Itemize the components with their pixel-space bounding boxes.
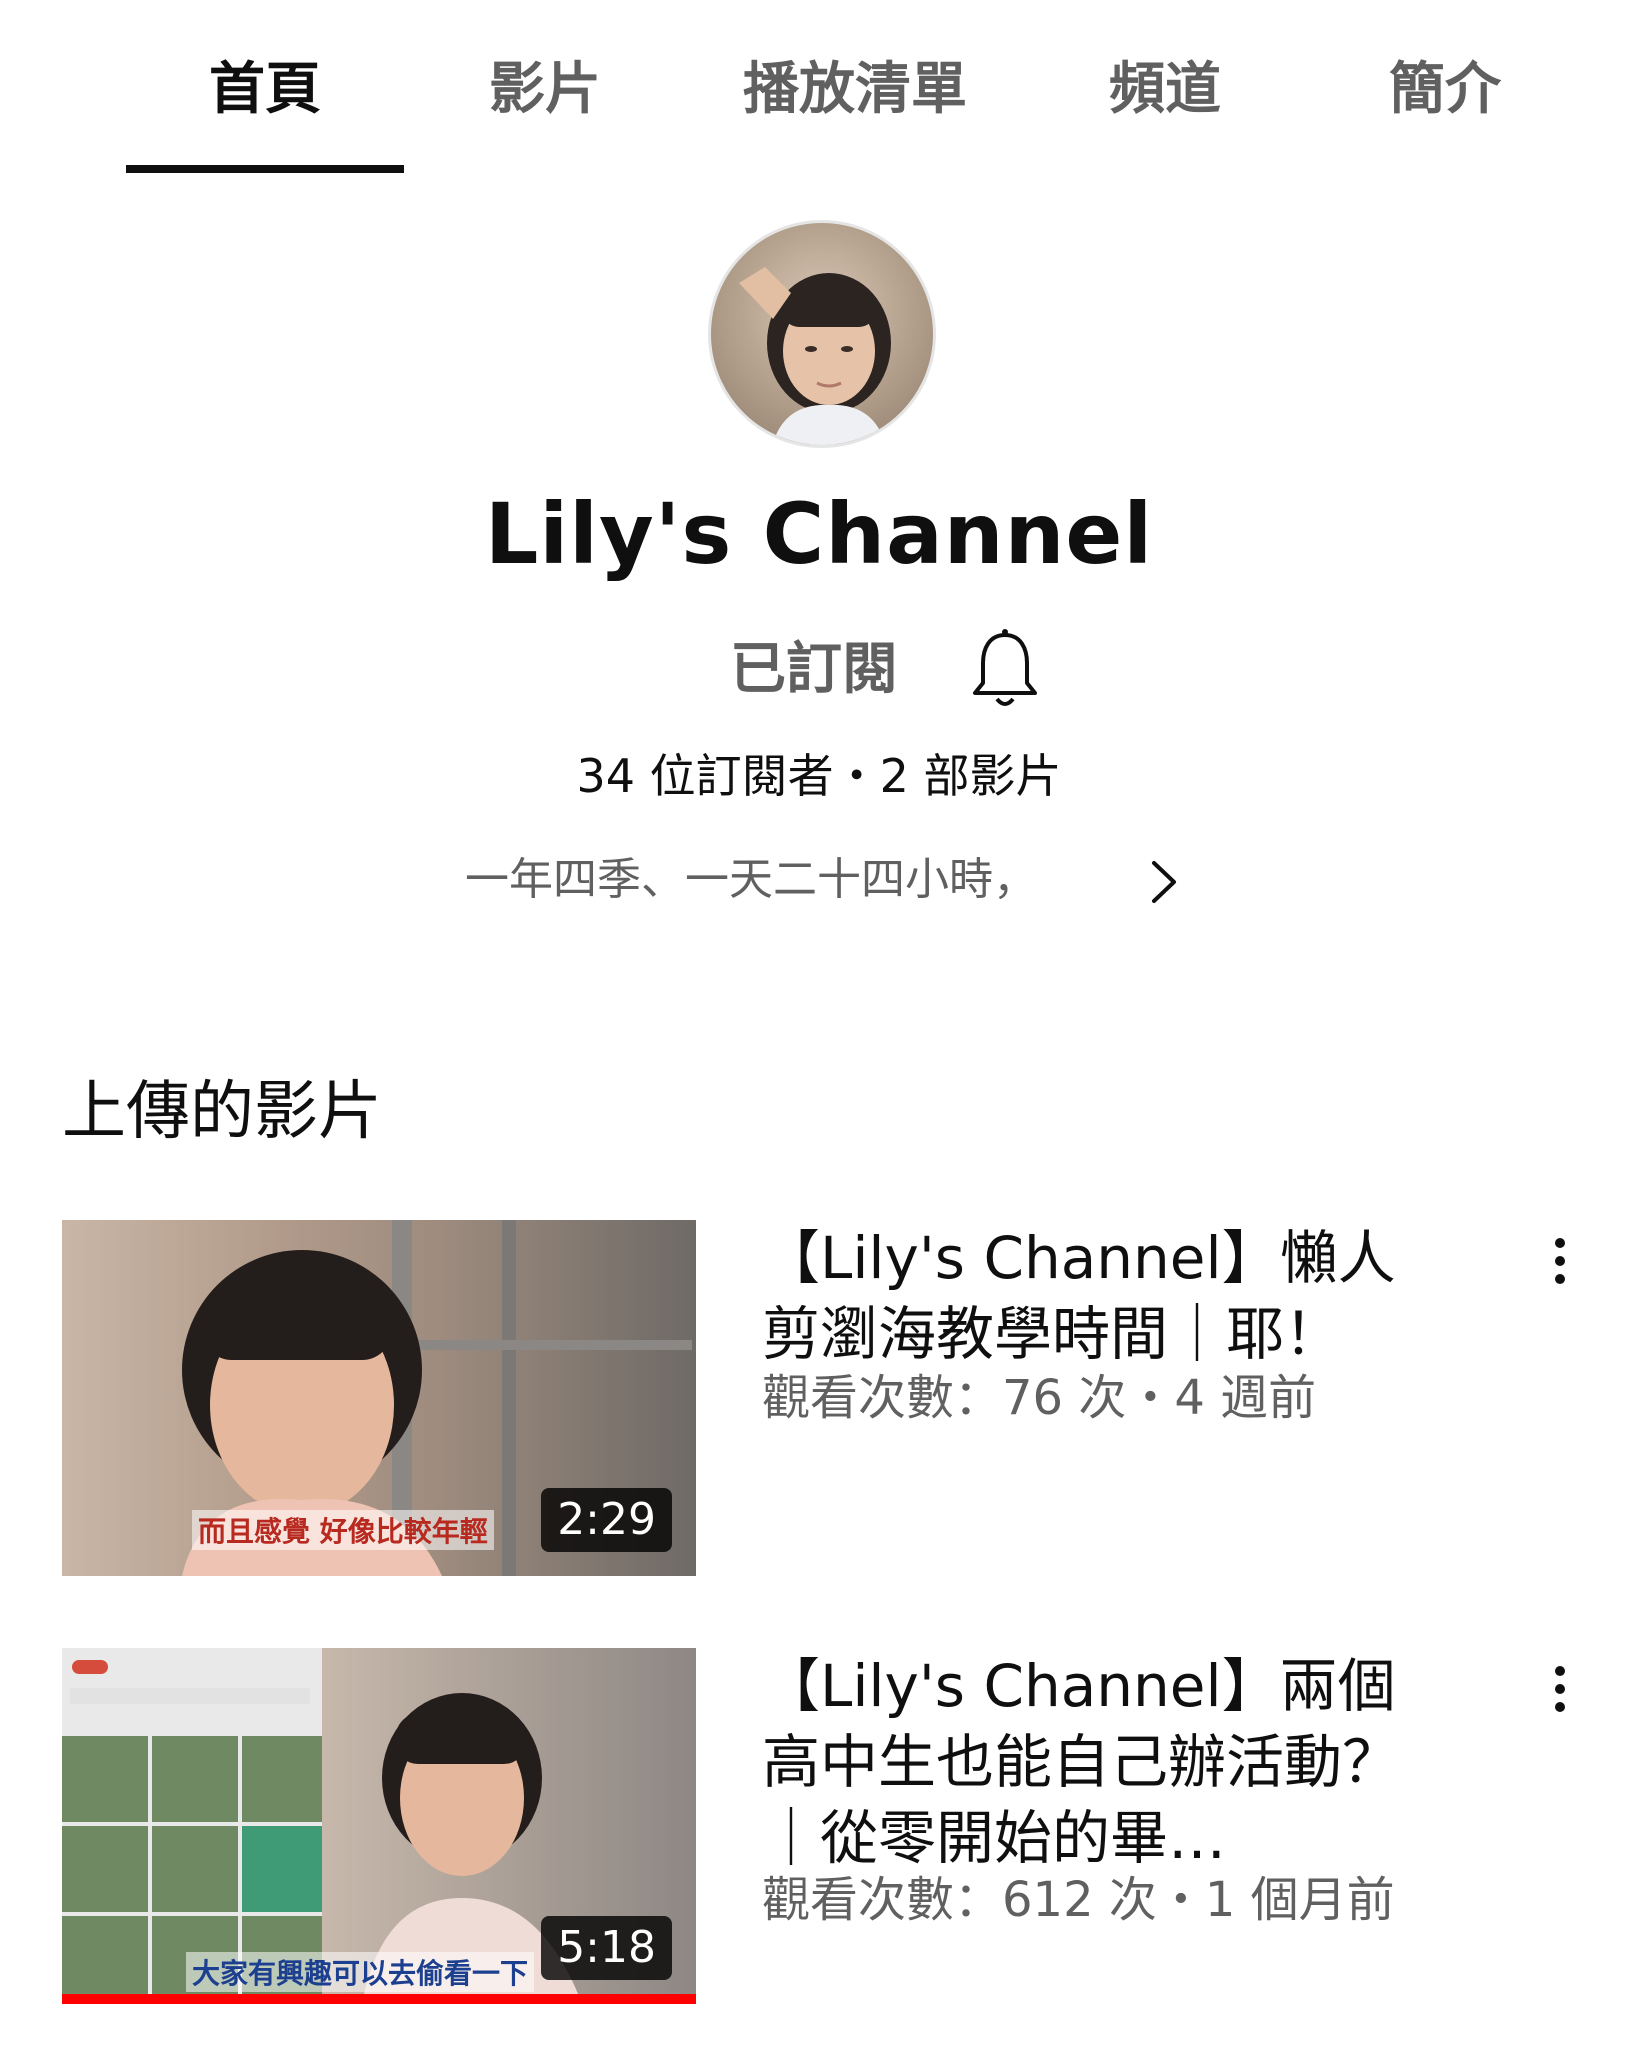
- thumbnail-caption: 大家有興趣可以去偷看一下: [186, 1952, 535, 1992]
- video-thumbnail[interactable]: 而且感覺 好像比較年輕 2:29: [62, 1220, 696, 1576]
- subscribe-row: 已訂閱: [0, 625, 1638, 715]
- more-dot-icon: [1555, 1666, 1565, 1676]
- tab-home[interactable]: 首頁: [125, 50, 405, 130]
- watch-progress-bar: [62, 1994, 696, 2004]
- video-title[interactable]: 【Lily's Channel】兩個高中生也能自己辦活動？｜從零開始的畢…: [762, 1648, 1422, 1876]
- more-dot-icon: [1555, 1274, 1565, 1284]
- uploads-section-title: 上傳的影片: [62, 1075, 382, 1149]
- video-more-button[interactable]: [1545, 1658, 1575, 1728]
- channel-description[interactable]: 一年四季、一天二十四小時，: [0, 845, 1638, 915]
- channel-tabs: 首頁 影片 播放清單 頻道 簡介: [0, 0, 1638, 176]
- active-tab-indicator: [126, 165, 404, 173]
- channel-name: Lily's Channel: [484, 485, 1154, 583]
- bell-icon: [973, 629, 1037, 706]
- tab-videos[interactable]: 影片: [405, 50, 685, 130]
- tab-playlists[interactable]: 播放清單: [715, 50, 995, 130]
- avatar-portrait: [739, 267, 891, 445]
- video-duration: 5:18: [541, 1916, 672, 1980]
- subscribed-button[interactable]: 已訂閱: [730, 625, 898, 715]
- video-meta: 觀看次數：76 次・4 週前: [762, 1370, 1317, 1426]
- more-dot-icon: [1555, 1702, 1565, 1712]
- video-item: 大家有興趣可以去偷看一下 5:18 【Lily's Channel】兩個高中生也…: [0, 1648, 1638, 2008]
- more-dot-icon: [1555, 1684, 1565, 1694]
- channel-stats: 34 位訂閱者・2 部影片: [576, 749, 1062, 803]
- description-text: 一年四季、一天二十四小時，: [465, 854, 1037, 905]
- video-more-button[interactable]: [1545, 1230, 1575, 1300]
- video-item: 而且感覺 好像比較年輕 2:29 【Lily's Channel】懶人剪瀏海教學…: [0, 1220, 1638, 1580]
- tab-about[interactable]: 簡介: [1305, 50, 1585, 130]
- more-dot-icon: [1555, 1238, 1565, 1248]
- tab-channels[interactable]: 頻道: [1025, 50, 1305, 130]
- more-dot-icon: [1555, 1256, 1565, 1266]
- video-duration: 2:29: [541, 1488, 672, 1552]
- video-thumbnail[interactable]: 大家有興趣可以去偷看一下 5:18: [62, 1648, 696, 2004]
- chevron-right-icon: [1152, 861, 1176, 903]
- video-meta: 觀看次數：612 次・1 個月前: [762, 1872, 1395, 1928]
- video-title[interactable]: 【Lily's Channel】懶人剪瀏海教學時間｜耶！: [762, 1220, 1422, 1372]
- thumbnail-caption: 而且感覺 好像比較年輕: [192, 1510, 494, 1550]
- channel-avatar[interactable]: [708, 220, 936, 448]
- notification-bell-button[interactable]: [965, 625, 1045, 715]
